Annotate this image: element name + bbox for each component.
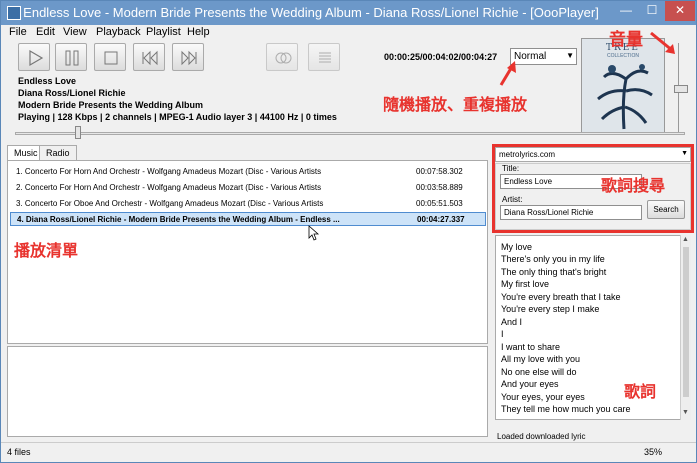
- lyric-line: And I: [501, 317, 523, 327]
- stop-button[interactable]: [94, 43, 126, 71]
- menu-edit[interactable]: Edit: [36, 26, 55, 38]
- pause-icon: [65, 50, 79, 66]
- track-duration: 00:07:58.302: [416, 167, 463, 176]
- track-duration: 00:03:58.889: [416, 183, 463, 192]
- title-bar: Endless Love - Modern Bride Presents the…: [1, 1, 696, 25]
- annotation-volume: 音量: [609, 30, 643, 50]
- list-icon: [319, 52, 331, 63]
- lyric-line: And your eyes: [501, 379, 559, 389]
- lyric-line: The only thing that's bright: [501, 267, 607, 277]
- pause-button[interactable]: [55, 43, 87, 71]
- arrow-icon: [499, 61, 516, 86]
- stop-icon: [104, 51, 118, 65]
- shuffle-button[interactable]: [266, 43, 298, 71]
- volume-slider-thumb[interactable]: [674, 84, 688, 93]
- menu-help[interactable]: Help: [187, 26, 210, 38]
- scroll-up-icon[interactable]: ▲: [682, 236, 689, 243]
- playlist-toggle-button[interactable]: [308, 43, 340, 71]
- lyrics-status: Loaded downloaded lyric: [497, 432, 586, 441]
- previous-icon: [142, 50, 158, 66]
- mouse-cursor-icon: [308, 225, 320, 241]
- track-duration: 00:05:51.503: [416, 199, 463, 208]
- now-playing-album: Modern Bride Presents the Wedding Album: [18, 100, 204, 110]
- lyric-line: I want to share: [501, 342, 561, 352]
- status-bar: 4 files 35%: [1, 442, 696, 462]
- playlist-row[interactable]: 2. Concerto For Horn And Orchestr - Wolf…: [10, 181, 486, 195]
- lyrics-scrollbar[interactable]: ▲ ▼: [680, 235, 691, 420]
- track-title: 1. Concerto For Horn And Orchestr - Wolf…: [16, 167, 322, 176]
- next-icon: [181, 50, 197, 66]
- shuffle-icon: [275, 52, 292, 64]
- next-button[interactable]: [172, 43, 204, 71]
- now-playing-status: Playing | 128 Kbps | 2 channels | MPEG-1…: [18, 112, 337, 122]
- lyric-line: My first love: [501, 279, 550, 289]
- playlist-row[interactable]: 3. Concerto For Oboe And Orchestr - Wolf…: [10, 197, 486, 211]
- annotation-shuffle-repeat: 隨機播放、重複播放: [383, 95, 528, 114]
- lyric-line: No one else will do: [501, 367, 577, 377]
- player-window: Endless Love - Modern Bride Presents the…: [0, 0, 697, 463]
- menu-file[interactable]: File: [9, 26, 27, 38]
- file-count: 4 files: [7, 447, 31, 457]
- annotation-lyrics-search: 歌詞搜尋: [601, 176, 666, 195]
- arrow-icon: [650, 31, 675, 54]
- annotation-playlist: 播放清單: [14, 241, 79, 260]
- annotation-lyrics: 歌詞: [624, 382, 657, 401]
- track-title: 4. Diana Ross/Lionel Richie - Modern Bri…: [17, 215, 340, 224]
- menu-view[interactable]: View: [63, 26, 87, 38]
- lyric-line: All my love with you: [501, 354, 581, 364]
- playlist-row[interactable]: 1. Concerto For Horn And Orchestr - Wolf…: [10, 165, 486, 179]
- track-title: 3. Concerto For Oboe And Orchestr - Wolf…: [16, 199, 324, 208]
- lyric-line: My love: [501, 242, 533, 252]
- menu-playback[interactable]: Playback: [96, 26, 141, 38]
- track-duration: 00:04:27.337: [417, 215, 465, 224]
- track-info-pane: [7, 346, 488, 437]
- scrollbar-thumb[interactable]: [683, 247, 689, 397]
- lyrics-pane: My love There's only you in my life The …: [495, 235, 691, 420]
- tab-radio[interactable]: Radio: [39, 145, 77, 160]
- lyric-line: Your eyes, your eyes: [501, 392, 585, 402]
- window-title: Endless Love - Modern Bride Presents the…: [23, 5, 599, 20]
- seek-bar-track[interactable]: [15, 132, 685, 135]
- lyric-line: There's only you in my life: [501, 254, 605, 264]
- close-button[interactable]: ✕: [665, 1, 695, 21]
- now-playing-title: Endless Love: [18, 76, 77, 86]
- seek-bar-thumb[interactable]: [74, 126, 81, 139]
- now-playing-artist: Diana Ross/Lionel Richie: [18, 88, 126, 98]
- time-readout: 00:00:25/00:04:02/00:04:27: [384, 52, 498, 62]
- play-button[interactable]: [18, 43, 50, 71]
- lyric-line: You're every step I make: [501, 304, 600, 314]
- play-icon: [29, 49, 44, 67]
- lyric-line: I: [501, 329, 504, 339]
- previous-button[interactable]: [133, 43, 165, 71]
- playlist-row-selected[interactable]: 4. Diana Ross/Lionel Richie - Modern Bri…: [10, 212, 486, 226]
- menu-playlist[interactable]: Playlist: [146, 26, 181, 38]
- playlist: 1. Concerto For Horn And Orchestr - Wolf…: [7, 160, 488, 344]
- lyric-line: You're every breath that I take: [501, 292, 621, 302]
- scroll-down-icon[interactable]: ▼: [682, 409, 689, 416]
- chevron-down-icon: ▼: [566, 51, 574, 60]
- zoom-level: 35%: [644, 447, 663, 457]
- minimize-button[interactable]: —: [613, 1, 639, 21]
- track-title: 2. Concerto For Horn And Orchestr - Wolf…: [16, 183, 322, 192]
- maximize-button[interactable]: ☐: [639, 1, 665, 21]
- lyric-line: They tell me how much you care: [501, 404, 631, 414]
